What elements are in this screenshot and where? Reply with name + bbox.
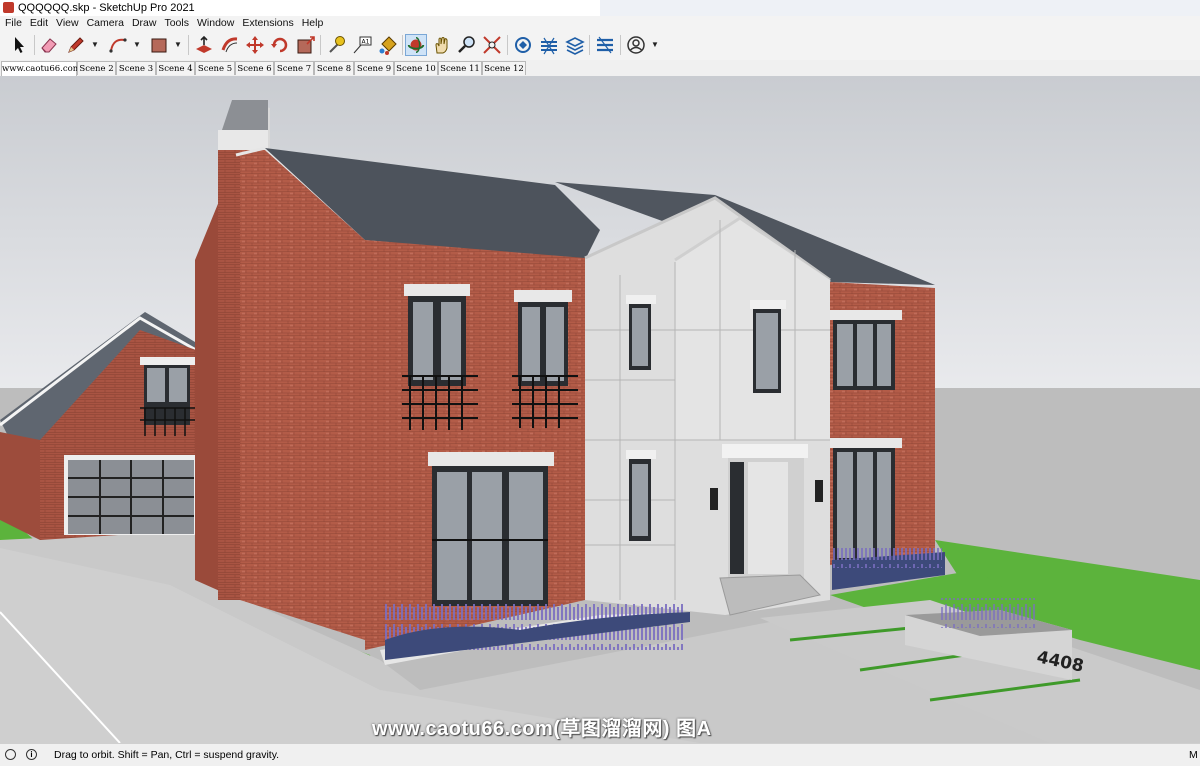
watermark-text: www.caotu66.com(草图溜溜网) 图A <box>372 718 712 740</box>
scene-tab-11[interactable]: Scene 11 <box>438 61 482 75</box>
pan-hand-icon[interactable] <box>431 34 453 56</box>
account-profile-icon[interactable] <box>625 34 647 56</box>
scene-tab-12[interactable]: Scene 12 <box>482 61 526 75</box>
shape-dropdown-icon[interactable]: ▼ <box>174 35 182 55</box>
rotate-icon[interactable] <box>269 34 291 56</box>
scene-tabs: www.caotu66.com Scene 2 Scene 3 Scene 4 … <box>0 60 1200 77</box>
orbit-icon[interactable] <box>405 34 427 56</box>
toolbar-separator <box>620 35 621 55</box>
model-viewport[interactable]: 4408 <box>0 76 1200 743</box>
scene-tab-10[interactable]: Scene 10 <box>394 61 438 75</box>
scene-tab-4[interactable]: Scene 4 <box>156 61 195 75</box>
tape-measure-icon[interactable] <box>325 34 347 56</box>
scene-tab-2[interactable]: Scene 2 <box>77 61 116 75</box>
scene-tab-3[interactable]: Scene 3 <box>116 61 156 75</box>
send-to-layout-icon[interactable] <box>594 34 616 56</box>
scale-icon[interactable] <box>295 34 317 56</box>
arc-icon[interactable] <box>107 34 129 56</box>
text-label-icon[interactable]: A1 <box>351 34 373 56</box>
menu-camera[interactable]: Camera <box>83 16 128 31</box>
paint-bucket-icon[interactable] <box>377 34 399 56</box>
account-dropdown-icon[interactable]: ▼ <box>651 35 659 55</box>
menu-help[interactable]: Help <box>298 16 328 31</box>
menu-view[interactable]: View <box>52 16 83 31</box>
toolbar-separator <box>402 35 403 55</box>
zoom-magnifier-icon[interactable] <box>456 34 478 56</box>
move-icon[interactable] <box>244 34 266 56</box>
svg-text:A1: A1 <box>362 39 370 46</box>
rectangle-shape-icon[interactable] <box>148 34 170 56</box>
zoom-extents-icon[interactable] <box>481 34 503 56</box>
house-model-render: 4408 <box>0 76 1200 743</box>
sketchup-app-icon <box>3 2 14 13</box>
select-arrow-icon[interactable] <box>8 34 30 56</box>
menu-window[interactable]: Window <box>193 16 238 31</box>
components-stack-icon[interactable] <box>564 34 586 56</box>
menu-extensions[interactable]: Extensions <box>238 16 297 31</box>
arc-dropdown-icon[interactable]: ▼ <box>133 35 141 55</box>
menu-bar: File Edit View Camera Draw Tools Window Extensi… <box>0 16 1200 31</box>
toolbar-separator <box>188 35 189 55</box>
toolbar-separator <box>34 35 35 55</box>
scene-tab-1[interactable]: www.caotu66.com <box>1 61 81 76</box>
eraser-icon[interactable] <box>38 34 60 56</box>
scene-tab-6[interactable]: Scene 6 <box>235 61 274 75</box>
extension-warehouse-icon[interactable] <box>538 34 560 56</box>
taskbar-strip <box>600 0 1200 16</box>
menu-draw[interactable]: Draw <box>128 16 161 31</box>
status-bar: i Drag to orbit. Shift = Pan, Ctrl = sus… <box>0 743 1200 766</box>
push-pull-icon[interactable] <box>193 34 215 56</box>
main-toolbar: ▼ ▼ ▼ A1 ▼ <box>0 31 1200 61</box>
scene-tab-9[interactable]: Scene 9 <box>354 61 394 75</box>
toolbar-separator <box>320 35 321 55</box>
menu-tools[interactable]: Tools <box>160 16 193 31</box>
scene-tab-8[interactable]: Scene 8 <box>314 61 354 75</box>
title-bar: QQQQQQ.skp - SketchUp Pro 2021 <box>0 0 1200 16</box>
line-dropdown-icon[interactable]: ▼ <box>91 35 99 55</box>
menu-file[interactable]: File <box>1 16 26 31</box>
offset-icon[interactable] <box>219 34 241 56</box>
info-icon[interactable]: i <box>26 749 37 760</box>
window-title: QQQQQQ.skp - SketchUp Pro 2021 <box>18 2 195 14</box>
status-hint: Drag to orbit. Shift = Pan, Ctrl = suspe… <box>54 749 280 761</box>
pencil-line-icon[interactable] <box>65 34 87 56</box>
geo-location-icon[interactable] <box>5 749 16 760</box>
menu-edit[interactable]: Edit <box>26 16 52 31</box>
scene-tab-7[interactable]: Scene 7 <box>274 61 314 75</box>
toolbar-separator <box>589 35 590 55</box>
3d-warehouse-icon[interactable] <box>512 34 534 56</box>
measurements-label: M <box>1189 749 1198 761</box>
scene-tab-5[interactable]: Scene 5 <box>195 61 235 75</box>
toolbar-separator <box>507 35 508 55</box>
